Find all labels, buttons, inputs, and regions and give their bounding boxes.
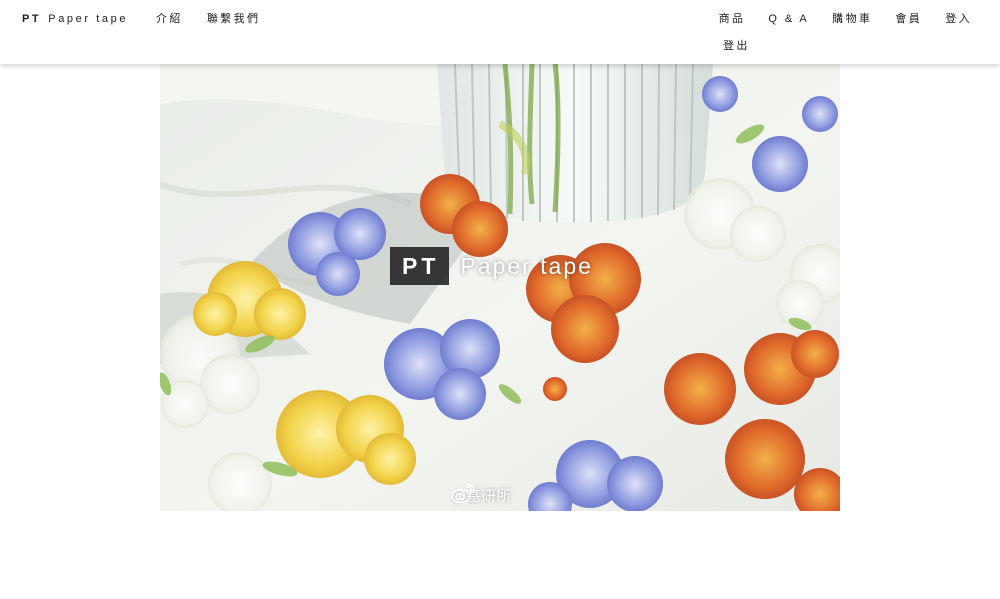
- nav-link-faq[interactable]: Q & A: [768, 12, 809, 26]
- nav-link-about[interactable]: 介紹: [156, 12, 183, 26]
- nav-link-products[interactable]: 商品: [719, 12, 746, 26]
- primary-nav: 介紹 聯繫我們: [156, 12, 260, 26]
- nav-link-contact[interactable]: 聯繫我們: [207, 12, 261, 26]
- hero-photo: [160, 64, 840, 511]
- hero-logo-mark: PT: [390, 247, 450, 285]
- brand-name: Paper tape: [48, 13, 129, 25]
- image-watermark: @基研所: [451, 484, 511, 506]
- brand-logo-link[interactable]: PT Paper tape: [22, 12, 128, 26]
- top-navbar: PT Paper tape 介紹 聯繫我們 商品 Q & A 購物車 會員 登入…: [0, 0, 1000, 64]
- hero-logo-text: Paper tape: [460, 252, 593, 279]
- nav-link-login[interactable]: 登入: [945, 12, 972, 26]
- hero-banner-image: PT Paper tape @基研所: [160, 64, 840, 511]
- hero-logo: PT Paper tape: [390, 247, 593, 285]
- nav-link-logout[interactable]: 登出: [723, 39, 750, 53]
- nav-link-cart[interactable]: 購物車: [832, 12, 872, 26]
- nav-link-member[interactable]: 會員: [895, 12, 922, 26]
- weibo-icon: [451, 484, 475, 504]
- brand-mark: PT: [22, 13, 42, 25]
- account-nav: 商品 Q & A 購物車 會員 登入: [719, 12, 972, 26]
